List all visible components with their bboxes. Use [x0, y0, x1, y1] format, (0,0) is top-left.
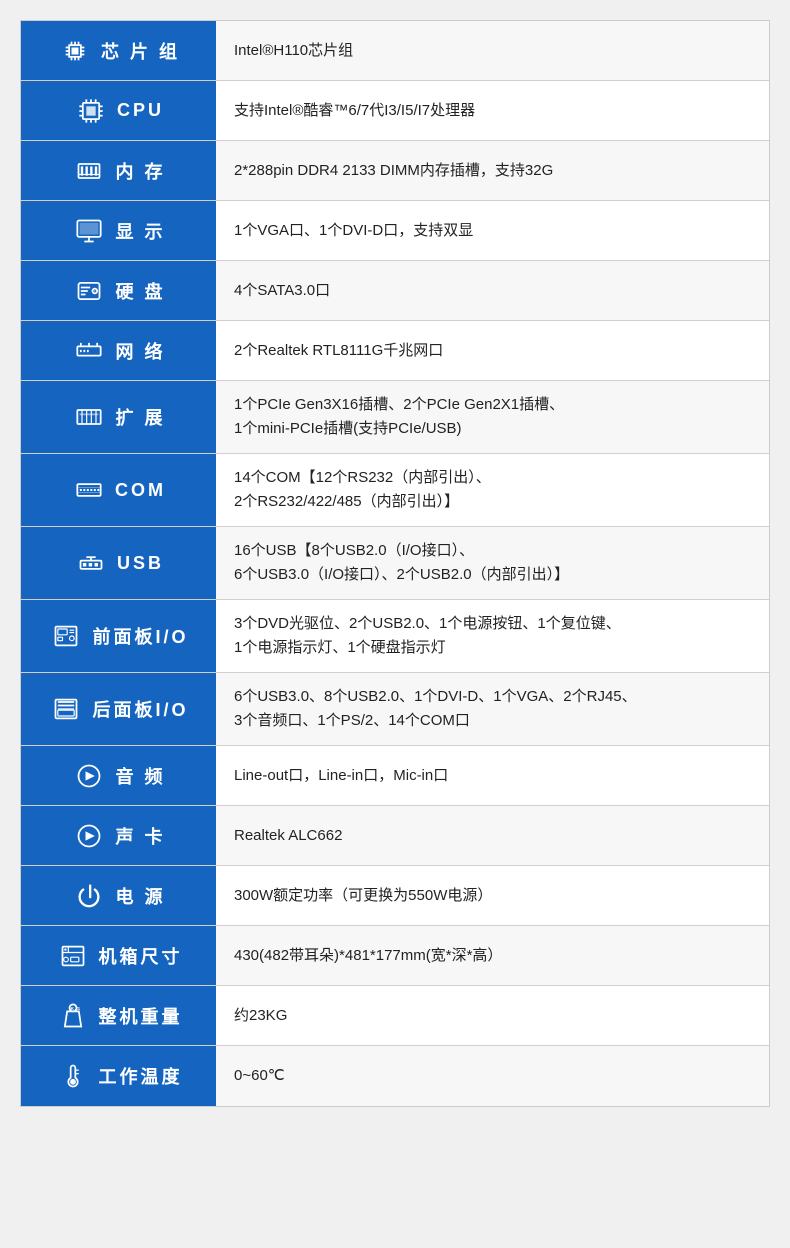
label-text-weight: 整机重量 [99, 1003, 183, 1029]
spec-value-casesize: 430(482带耳朵)*481*177mm(宽*深*高） [216, 926, 769, 985]
label-text-display: 显 示 [115, 218, 165, 244]
spec-label-chipset: 芯 片 组 [21, 21, 216, 80]
spec-row-casesize: 机箱尺寸 430(482带耳朵)*481*177mm(宽*深*高） [21, 926, 769, 986]
spec-row-weight: KG 整机重量约23KG [21, 986, 769, 1046]
spec-label-network: 网 络 [21, 321, 216, 380]
spec-label-audio: 音 频 [21, 746, 216, 805]
spec-value-network: 2个Realtek RTL8111G千兆网口 [216, 321, 769, 380]
spec-table: 芯 片 组 Intel®H110芯片组 CPU 支持Intel®酷睿™6/7代I3/… [20, 20, 770, 1107]
spec-label-expansion: 扩 展 [21, 381, 216, 453]
spec-row-network: 网 络 2个Realtek RTL8111G千兆网口 [21, 321, 769, 381]
spec-label-power: 电 源 [21, 866, 216, 925]
icon-usb [73, 545, 109, 581]
label-text-hdd: 硬 盘 [115, 278, 165, 304]
spec-value-power: 300W额定功率（可更换为550W电源） [216, 866, 769, 925]
icon-com [71, 472, 107, 508]
spec-label-com: COM [21, 454, 216, 526]
icon-audio [71, 758, 107, 794]
spec-value-temperature: 0~60℃ [216, 1046, 769, 1106]
label-text-expansion: 扩 展 [115, 404, 165, 430]
spec-row-power: 电 源 300W额定功率（可更换为550W电源） [21, 866, 769, 926]
label-text-network: 网 络 [115, 338, 165, 364]
spec-row-memory: 内 存 2*288pin DDR4 2133 DIMM内存插槽，支持32G [21, 141, 769, 201]
icon-power [71, 878, 107, 914]
label-text-power: 电 源 [115, 883, 165, 909]
spec-value-audio: Line-out口，Line-in口，Mic-in口 [216, 746, 769, 805]
spec-row-chipset: 芯 片 组 Intel®H110芯片组 [21, 21, 769, 81]
spec-value-chipset: Intel®H110芯片组 [216, 21, 769, 80]
icon-hdd [71, 273, 107, 309]
spec-row-soundcard: 声 卡 Realtek ALC662 [21, 806, 769, 866]
label-text-audio: 音 频 [115, 763, 165, 789]
spec-value-weight: 约23KG [216, 986, 769, 1045]
label-text-chipset: 芯 片 组 [101, 38, 180, 64]
spec-value-hdd: 4个SATA3.0口 [216, 261, 769, 320]
spec-row-hdd: 硬 盘 4个SATA3.0口 [21, 261, 769, 321]
spec-label-usb: USB [21, 527, 216, 599]
icon-temperature [55, 1058, 91, 1094]
label-text-cpu: CPU [117, 100, 164, 121]
spec-row-front_io: 前面板I/O 3个DVD光驱位、2个USB2.0、1个电源按钮、1个复位键、1个电… [21, 600, 769, 673]
icon-rear_io [48, 691, 84, 727]
spec-label-rear_io: 后面板I/O [21, 673, 216, 745]
icon-cpu [73, 93, 109, 129]
label-text-soundcard: 声 卡 [115, 823, 165, 849]
icon-display [71, 213, 107, 249]
label-text-casesize: 机箱尺寸 [99, 943, 183, 969]
spec-label-weight: KG 整机重量 [21, 986, 216, 1045]
spec-value-front_io: 3个DVD光驱位、2个USB2.0、1个电源按钮、1个复位键、1个电源指示灯、1… [216, 600, 769, 672]
icon-weight: KG [55, 998, 91, 1034]
label-text-memory: 内 存 [115, 158, 165, 184]
label-text-rear_io: 后面板I/O [92, 696, 188, 722]
spec-value-com: 14个COM【12个RS232（内部引出）、2个RS232/422/485（内部… [216, 454, 769, 526]
spec-value-memory: 2*288pin DDR4 2133 DIMM内存插槽，支持32G [216, 141, 769, 200]
svg-text:KG: KG [70, 1006, 82, 1011]
spec-value-soundcard: Realtek ALC662 [216, 806, 769, 865]
spec-value-expansion: 1个PCIe Gen3X16插槽、2个PCIe Gen2X1插槽、1个mini-… [216, 381, 769, 453]
spec-value-display: 1个VGA口、1个DVI-D口，支持双显 [216, 201, 769, 260]
spec-row-display: 显 示 1个VGA口、1个DVI-D口，支持双显 [21, 201, 769, 261]
icon-front_io [48, 618, 84, 654]
spec-value-cpu: 支持Intel®酷睿™6/7代I3/I5/I7处理器 [216, 81, 769, 140]
spec-label-front_io: 前面板I/O [21, 600, 216, 672]
spec-label-memory: 内 存 [21, 141, 216, 200]
icon-network [71, 333, 107, 369]
spec-row-com: COM 14个COM【12个RS232（内部引出）、2个RS232/422/485… [21, 454, 769, 527]
spec-label-temperature: 工作温度 [21, 1046, 216, 1106]
spec-label-hdd: 硬 盘 [21, 261, 216, 320]
icon-memory [71, 153, 107, 189]
spec-row-audio: 音 频 Line-out口，Line-in口，Mic-in口 [21, 746, 769, 806]
spec-row-rear_io: 后面板I/O 6个USB3.0、8个USB2.0、1个DVI-D、1个VGA、2个… [21, 673, 769, 746]
spec-row-usb: USB 16个USB【8个USB2.0（I/O接口）、6个USB3.0（I/O接口… [21, 527, 769, 600]
spec-label-soundcard: 声 卡 [21, 806, 216, 865]
spec-value-usb: 16个USB【8个USB2.0（I/O接口）、6个USB3.0（I/O接口）、2… [216, 527, 769, 599]
icon-soundcard [71, 818, 107, 854]
spec-label-display: 显 示 [21, 201, 216, 260]
spec-row-cpu: CPU 支持Intel®酷睿™6/7代I3/I5/I7处理器 [21, 81, 769, 141]
label-text-front_io: 前面板I/O [92, 623, 188, 649]
icon-chipset [57, 33, 93, 69]
label-text-com: COM [115, 480, 166, 501]
spec-row-temperature: 工作温度 0~60℃ [21, 1046, 769, 1106]
spec-row-expansion: 扩 展 1个PCIe Gen3X16插槽、2个PCIe Gen2X1插槽、1个mi… [21, 381, 769, 454]
label-text-usb: USB [117, 553, 164, 574]
spec-value-rear_io: 6个USB3.0、8个USB2.0、1个DVI-D、1个VGA、2个RJ45、3… [216, 673, 769, 745]
label-text-temperature: 工作温度 [99, 1063, 183, 1089]
icon-expansion [71, 399, 107, 435]
spec-label-casesize: 机箱尺寸 [21, 926, 216, 985]
icon-casesize [55, 938, 91, 974]
spec-label-cpu: CPU [21, 81, 216, 140]
